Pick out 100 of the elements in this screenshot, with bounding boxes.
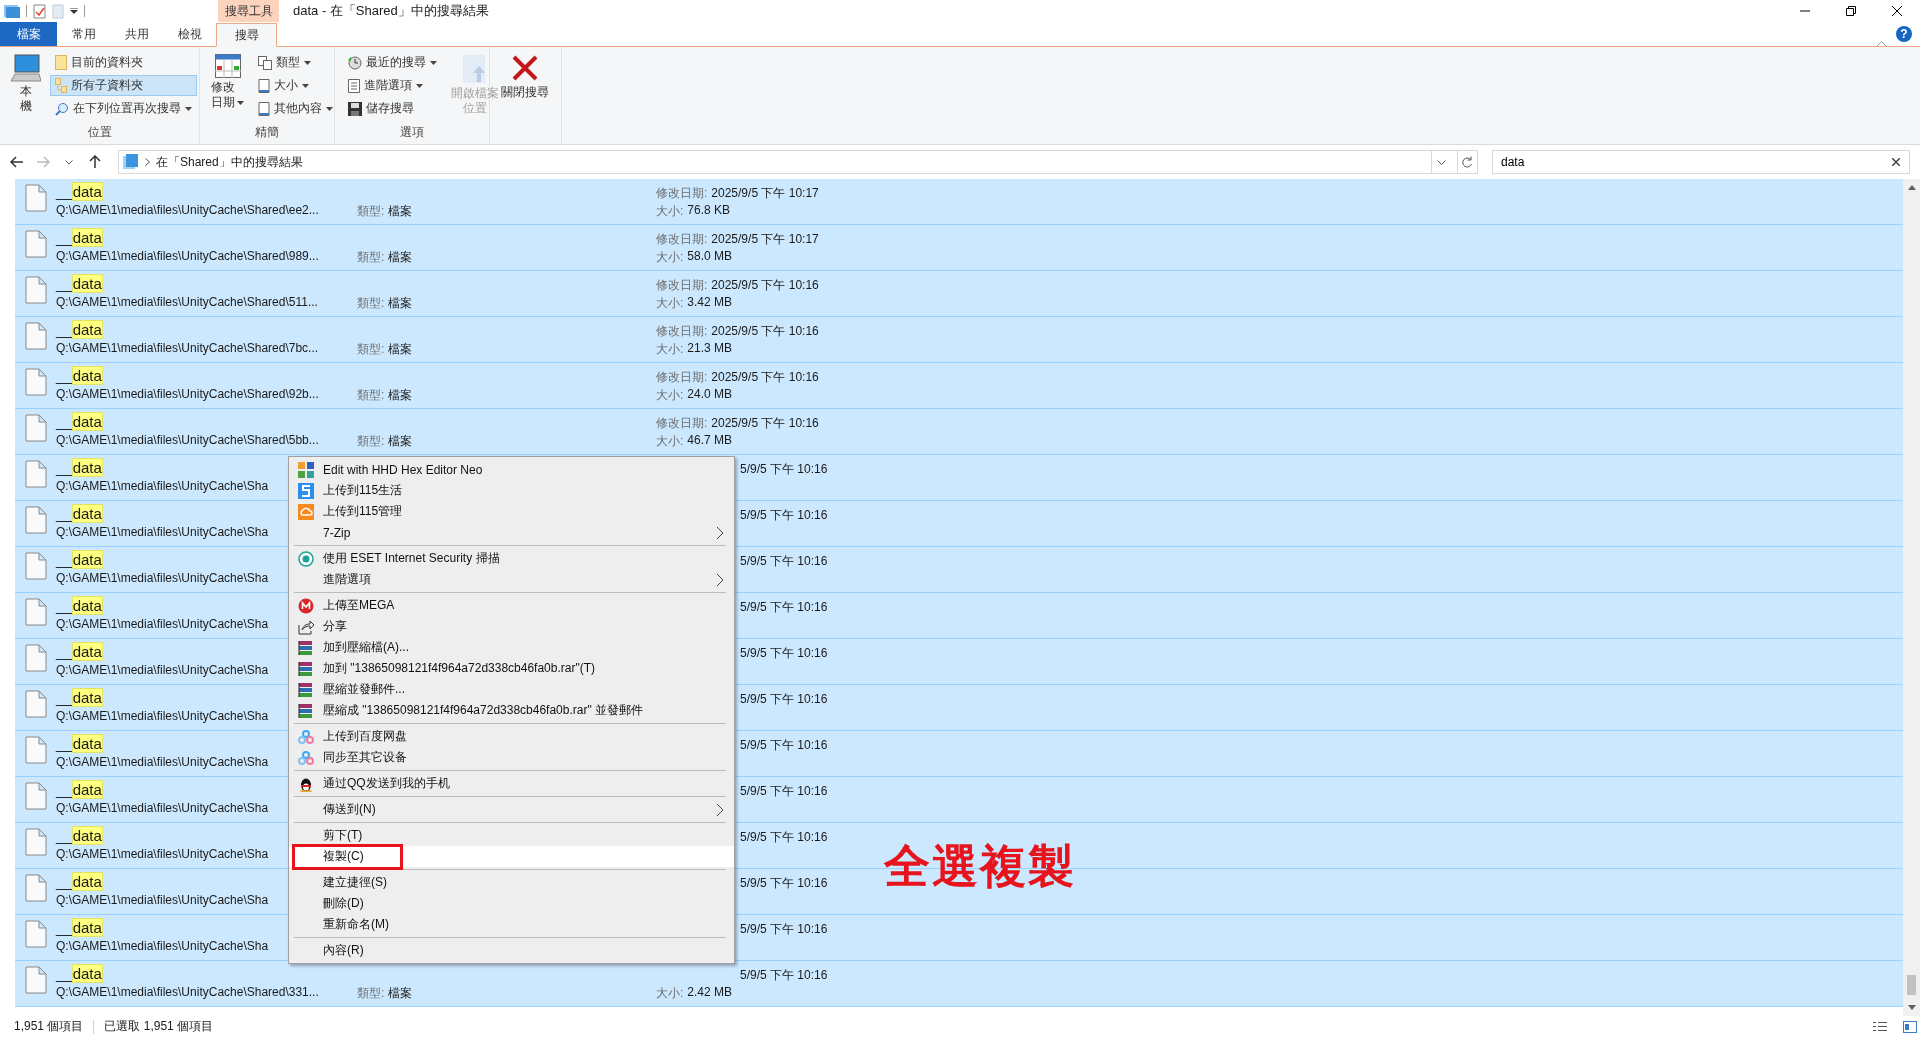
all-subfolders-button[interactable]: 所有子資料夾	[50, 75, 197, 96]
file-path: Q:\GAME\1\media\files\UnityCache\Shared\ee2...	[56, 203, 319, 219]
menu-item[interactable]: 上传到115管理	[289, 501, 734, 522]
type-filter-button[interactable]: 類型	[253, 52, 338, 73]
menu-item[interactable]: 傳送到(N)	[289, 799, 734, 820]
file-path: Q:\GAME\1\media\files\UnityCache\Sha	[56, 525, 269, 541]
menu-item[interactable]: 上傳至MEGA	[289, 595, 734, 616]
date-label: 修改日期:	[656, 230, 708, 248]
type-label: 類型:	[357, 387, 385, 404]
scrollbar[interactable]	[1903, 179, 1920, 1016]
other-properties-button[interactable]: 其他內容	[253, 98, 338, 119]
menu-item[interactable]: 內容(R)	[289, 940, 734, 961]
scroll-thumb[interactable]	[1907, 975, 1916, 995]
type-label: 類型:	[357, 985, 385, 1002]
menu-item[interactable]: 剪下(T)	[289, 825, 734, 846]
menu-item[interactable]: 複製(C)	[289, 846, 734, 867]
recent-searches-button[interactable]: 最近的搜尋	[343, 52, 442, 73]
properties-button[interactable]	[33, 3, 46, 19]
this-pc-button[interactable]: 本機	[8, 52, 44, 116]
file-path: Q:\GAME\1\media\files\UnityCache\Sha	[56, 893, 269, 909]
menu-item[interactable]: 同步至其它设备	[289, 747, 734, 768]
file-path: Q:\GAME\1\media\files\UnityCache\Sha	[56, 939, 269, 955]
share-icon	[298, 618, 314, 635]
caret-icon	[416, 83, 423, 88]
file-icon	[24, 736, 47, 764]
file-icon	[24, 276, 47, 304]
date-value: 5/9/5 下午 10:16	[740, 874, 828, 892]
menu-item[interactable]: 進階選項	[289, 569, 734, 590]
caret-down-icon	[1907, 1005, 1916, 1010]
type-label: 類型:	[357, 341, 385, 358]
ribbon-tab[interactable]: 檢視	[163, 22, 216, 46]
date-label: 修改日期:	[656, 184, 708, 202]
menu-item[interactable]: 重新命名(M)	[289, 914, 734, 935]
file-icon	[24, 368, 47, 396]
file-path: Q:\GAME\1\media\files\UnityCache\Sha	[56, 709, 269, 725]
file-icon	[24, 598, 47, 626]
arrow-left-icon	[10, 156, 24, 168]
ribbon-tab[interactable]: 常用	[57, 22, 110, 46]
address-field[interactable]: 在「Shared」中的搜尋結果	[118, 150, 1478, 174]
file-icon	[24, 230, 47, 258]
date-value: 5/9/5 下午 10:16	[740, 690, 828, 708]
search-again-button[interactable]: 在下列位置再次搜尋	[50, 98, 197, 119]
date-label: 修改日期:	[656, 368, 708, 386]
file-path: Q:\GAME\1\media\files\UnityCache\Sha	[56, 617, 269, 633]
collapse-ribbon-icon[interactable]	[1877, 41, 1886, 46]
size-value: 58.0 MB	[687, 249, 733, 265]
date-value: 5/9/5 下午 10:16	[740, 828, 828, 846]
caret-icon	[326, 106, 333, 111]
clear-icon[interactable]	[1892, 158, 1900, 166]
menu-item[interactable]: 建立捷徑(S)	[289, 872, 734, 893]
menu-item[interactable]: 壓縮成 "13865098121f4f964a72d338cb46fa0b.rar" 並發郵件	[289, 700, 734, 721]
ribbon-tab[interactable]: 共用	[110, 22, 163, 46]
size-filter-button[interactable]: 大小	[253, 75, 338, 96]
type-value: 檔案	[388, 249, 413, 266]
file-path: Q:\GAME\1\media\files\UnityCache\Sha	[56, 755, 269, 771]
file-menu-tab[interactable]: 檔案	[0, 22, 57, 46]
caret-icon	[302, 83, 309, 88]
menu-item[interactable]: Edit with HHD Hex Editor Neo	[289, 459, 734, 480]
customize-toolbar-button[interactable]	[70, 8, 78, 14]
size-value: 76.8 KB	[687, 203, 731, 219]
type-value: 檔案	[388, 203, 413, 220]
date-value: 5/9/5 下午 10:16	[740, 966, 828, 984]
page-icon	[258, 78, 270, 93]
tiles-icon	[298, 461, 314, 478]
ribbon-tab[interactable]: 搜尋	[216, 23, 277, 47]
e-circle-icon	[298, 550, 314, 567]
advanced-options-button[interactable]: 進階選項	[343, 75, 442, 96]
date-value: 5/9/5 下午 10:16	[740, 782, 828, 800]
date-modified-button[interactable]: 修改日期	[208, 52, 247, 112]
size-value: 21.3 MB	[687, 341, 733, 357]
search-field[interactable]: data	[1492, 150, 1910, 174]
archive-books-icon	[298, 681, 314, 698]
menu-item[interactable]: 上传到115生活	[289, 480, 734, 501]
chevron-down-icon	[65, 159, 73, 165]
menu-item[interactable]: 加到 "13865098121f4f964a72d338cb46fa0b.rar"(T)	[289, 658, 734, 679]
size-value: 2.42 MB	[687, 985, 733, 1001]
stacked-pages-icon	[258, 55, 272, 70]
search-results-icon	[123, 154, 139, 170]
date-label: 修改日期:	[656, 322, 708, 340]
arrow-up-icon	[89, 155, 101, 169]
date-value: 2025/9/5 下午 10:16	[711, 322, 819, 340]
menu-item[interactable]: 加到壓縮檔(A)...	[289, 637, 734, 658]
menu-item[interactable]: 刪除(D)	[289, 893, 734, 914]
save-search-button[interactable]: 儲存搜尋	[343, 98, 442, 119]
type-label: 類型:	[357, 249, 385, 266]
date-label: 修改日期:	[656, 414, 708, 432]
file-path: Q:\GAME\1\media\files\UnityCache\Shared\7bc...	[56, 341, 319, 357]
group-label: 精簡	[254, 124, 280, 141]
menu-item[interactable]: 使用 ESET Internet Security 掃描	[289, 548, 734, 569]
menu-item[interactable]: 分享	[289, 616, 734, 637]
caret-icon	[430, 60, 437, 65]
file-path: Q:\GAME\1\media\files\UnityCache\Shared\92b...	[56, 387, 319, 403]
size-label: 大小:	[656, 249, 684, 266]
help-button[interactable]: ?	[1896, 26, 1912, 42]
contextual-tab-header: 搜尋工具	[218, 0, 279, 22]
current-folder-button[interactable]: 目前的資料夾	[50, 52, 197, 73]
cloud-icon	[298, 728, 314, 745]
file-icon	[24, 552, 47, 580]
refresh-icon	[1462, 156, 1473, 168]
menu-item[interactable]: 7-Zip	[289, 522, 734, 543]
